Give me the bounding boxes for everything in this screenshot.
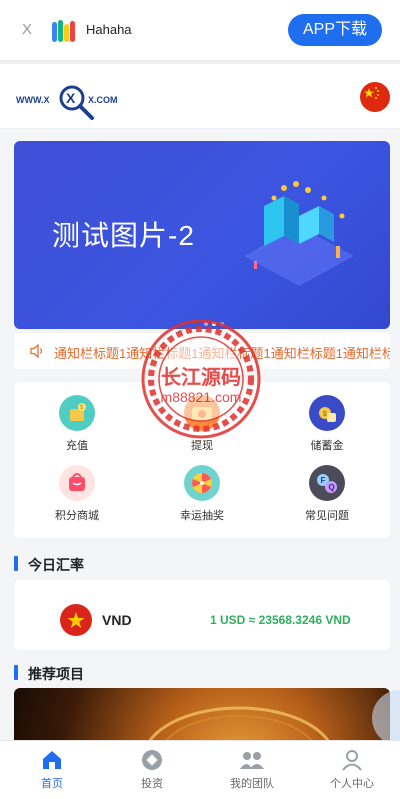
menu-label: 常见问题 [305,510,349,522]
svg-text:$: $ [323,411,327,418]
coin-illustration [144,706,334,748]
menu-item-recharge[interactable]: $ 充值 [32,395,122,453]
profile-icon [342,750,362,771]
section-title-projects: 推荐项目 [14,664,84,684]
project-card-image[interactable] [14,688,390,748]
savings-icon: $ [309,395,345,431]
close-banner-button[interactable]: X [22,21,32,38]
recharge-icon: $ [59,395,95,431]
tab-team[interactable]: 我的团队 [212,749,292,791]
menu-item-faq[interactable]: FQ 常见问题 [282,465,372,523]
lucky-draw-icon [184,465,220,501]
exchange-rate-card: VND 1 USD ≈ 23568.3246 VND [14,580,390,650]
points-mall-icon [59,465,95,501]
app-download-bar: X Hahaha APP下载 [0,0,400,60]
currency-code: VND [102,612,132,628]
faq-icon: FQ [309,465,345,501]
watermark-stamp: 长江源码 m88821.com [141,319,261,439]
menu-label: 充值 [66,440,88,452]
logo-text-left: WWW.X [16,95,50,105]
tab-label: 个人中心 [330,778,374,790]
exchange-rate-value: 1 USD ≈ 23568.3246 VND [210,613,351,627]
tab-home[interactable]: 首页 [12,749,92,791]
section-title-exchange: 今日汇率 [14,555,84,575]
app-download-button[interactable]: APP下载 [288,14,382,46]
menu-item-lucky-draw[interactable]: 幸运抽奖 [157,465,247,523]
menu-label: 积分商城 [55,510,99,522]
tab-invest[interactable]: 投资 [112,749,192,791]
tab-label: 投资 [141,778,163,790]
vietnam-flag-icon [60,604,92,636]
menu-label: 储蓄金 [310,440,344,452]
menu-label: 幸运抽奖 [180,510,224,522]
app-logo-icon [52,20,75,42]
site-header: WWW.X X X.COM [0,64,400,129]
watermark-line1: 长江源码 [161,365,241,389]
home-icon [43,751,61,769]
invest-icon [142,750,162,770]
banner-title: 测试图片-2 [52,220,195,251]
menu-item-points-mall[interactable]: 积分商城 [32,465,122,523]
bottom-tab-bar: 首页 投资 我的团队 个人中心 [0,740,400,799]
tab-profile[interactable]: 个人中心 [312,749,392,791]
svg-text:Q: Q [329,483,335,492]
svg-text:X: X [66,90,76,106]
tab-label: 我的团队 [230,778,274,790]
site-logo[interactable]: WWW.X X X.COM [14,74,132,120]
team-icon [240,752,264,769]
svg-text:F: F [321,476,326,485]
menu-item-savings[interactable]: $ 储蓄金 [282,395,372,453]
speaker-icon [30,344,43,358]
logo-text-right: X.COM [88,95,118,105]
tab-label: 首页 [41,778,63,790]
isometric-building-illustration [244,181,354,286]
banner-carousel[interactable]: 测试图片-2 [14,141,390,329]
watermark-line2: m88821.com [161,389,242,405]
china-flag-icon[interactable] [360,82,390,112]
app-name: Hahaha [86,22,132,37]
